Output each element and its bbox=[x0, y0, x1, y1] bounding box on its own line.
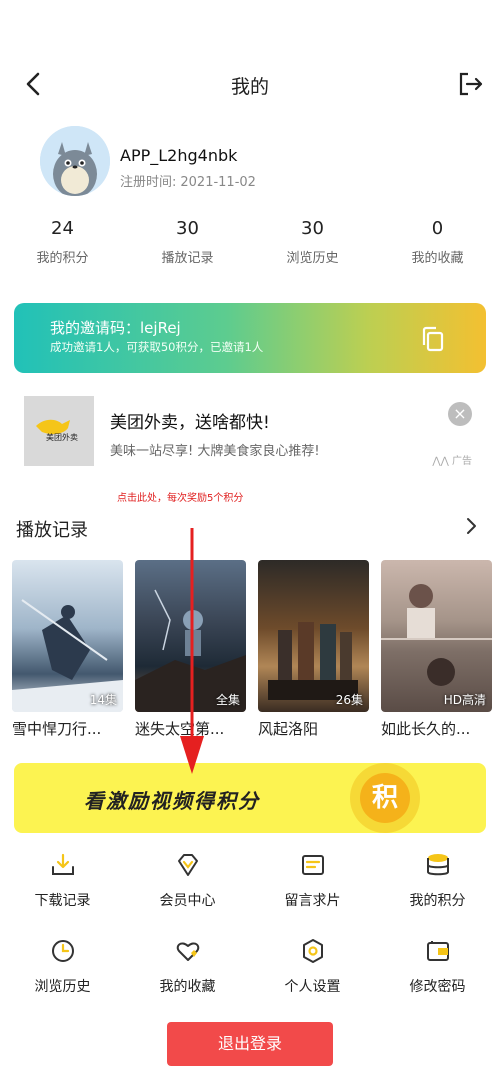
points-coin-icon: 积 bbox=[360, 773, 410, 823]
menu-download-history[interactable]: 下载记录 bbox=[0, 846, 125, 932]
stat-label: 我的积分 bbox=[36, 251, 89, 266]
stat-value: 30 bbox=[176, 218, 199, 239]
menu-label: 下载记录 bbox=[34, 893, 91, 909]
settings-icon bbox=[302, 939, 323, 963]
ensemble-cast-artwork-icon bbox=[268, 622, 358, 700]
play-history-title: 播放记录 bbox=[16, 520, 88, 541]
history-item[interactable]: HD高清 如此长久的... bbox=[381, 560, 492, 739]
history-item[interactable]: 14集 雪中悍刀行... bbox=[12, 560, 123, 739]
swordsman-artwork-icon bbox=[12, 599, 123, 712]
download-icon bbox=[51, 853, 74, 875]
movie-poster: 14集 bbox=[12, 560, 123, 712]
ad-tag-label: 广告 bbox=[452, 456, 472, 467]
heart-icon bbox=[176, 942, 199, 961]
profile-card: APP_L2hg4nbk 注册时间: 2021-11-02 bbox=[40, 126, 460, 198]
play-history-list: 14集 雪中悍刀行... 全集 迷失太空第... 26集 风起洛阳 HD高清 如… bbox=[12, 560, 500, 750]
page-title: 我的 bbox=[230, 76, 269, 98]
menu-label: 修改密码 bbox=[409, 979, 466, 995]
menu-label: 我的积分 bbox=[409, 893, 466, 909]
ad-title: 美团外卖，送啥都快! bbox=[110, 413, 270, 433]
coins-icon bbox=[426, 854, 449, 876]
stat-label: 播放记录 bbox=[161, 251, 214, 266]
menu-label: 浏览历史 bbox=[34, 979, 91, 995]
episode-badge: 14集 bbox=[89, 693, 117, 707]
stat-play-history[interactable]: 30 播放记录 bbox=[125, 218, 250, 274]
menu-label: 个人设置 bbox=[284, 979, 341, 995]
ad-banner[interactable]: 美团外卖 美团外卖，送啥都快! 美味一站尽享! 大牌美食家良心推荐! × ⋀⋀ … bbox=[14, 390, 486, 478]
watch-video-reward-banner[interactable]: 看激励视频得积分 积 bbox=[14, 763, 486, 833]
totoro-avatar-icon bbox=[40, 126, 110, 196]
copy-icon[interactable] bbox=[420, 325, 446, 353]
quality-badge: HD高清 bbox=[443, 693, 486, 707]
stat-favorites[interactable]: 0 我的收藏 bbox=[375, 218, 500, 274]
clock-icon bbox=[51, 940, 74, 962]
logout-button[interactable]: 退出登录 bbox=[167, 1022, 333, 1066]
menu-browse-history[interactable]: 浏览历史 bbox=[0, 932, 125, 1018]
movie-poster: HD高清 bbox=[381, 560, 492, 712]
movie-poster: 26集 bbox=[258, 560, 369, 712]
menu-grid: 下载记录 会员中心 留言求片 我的积分 浏览历史 我的收藏 个人设置 修改密码 bbox=[0, 846, 500, 1018]
stat-value: 0 bbox=[431, 218, 444, 239]
registration-label: 注册时间: bbox=[120, 175, 177, 190]
ad-image: 美团外卖 bbox=[24, 396, 94, 466]
avatar[interactable] bbox=[40, 126, 110, 196]
history-item[interactable]: 26集 风起洛阳 bbox=[258, 560, 369, 739]
menu-my-points[interactable]: 我的积分 bbox=[375, 846, 500, 932]
menu-label: 留言求片 bbox=[284, 893, 341, 909]
menu-personal-settings[interactable]: 个人设置 bbox=[250, 932, 375, 1018]
username: APP_L2hg4nbk bbox=[120, 146, 238, 165]
menu-vip-center[interactable]: 会员中心 bbox=[125, 846, 250, 932]
wallet-lock-icon bbox=[426, 941, 449, 961]
ad-close-icon[interactable]: × bbox=[448, 402, 472, 426]
menu-label: 会员中心 bbox=[159, 893, 216, 909]
stat-points[interactable]: 24 我的积分 bbox=[0, 218, 125, 274]
video-reward-text: 看激励视频得积分 bbox=[84, 789, 260, 813]
ad-description: 美味一站尽享! 大牌美食家良心推荐! bbox=[110, 444, 320, 459]
menu-change-password[interactable]: 修改密码 bbox=[375, 932, 500, 1018]
diamond-icon bbox=[177, 854, 198, 876]
movie-title: 如此长久的... bbox=[381, 720, 471, 738]
top-bar: 我的 bbox=[0, 60, 500, 108]
invite-code-banner[interactable]: 我的邀请码：lejRej 成功邀请1人，可获取50积分，已邀请1人 bbox=[14, 303, 486, 373]
registration-value: 2021-11-02 bbox=[180, 175, 256, 190]
ad-tag: ⋀⋀ 广告 bbox=[432, 456, 472, 467]
reward-tip: 点击此处，每次奖励5个积分 bbox=[117, 493, 244, 504]
stat-label: 我的收藏 bbox=[411, 251, 464, 266]
menu-my-favorites[interactable]: 我的收藏 bbox=[125, 932, 250, 1018]
chevron-right-icon[interactable] bbox=[464, 516, 478, 536]
logout-icon[interactable] bbox=[454, 68, 486, 100]
episode-badge: 全集 bbox=[215, 693, 240, 707]
stat-browse-history[interactable]: 30 浏览历史 bbox=[250, 218, 375, 274]
episode-badge: 26集 bbox=[335, 693, 363, 707]
stat-value: 24 bbox=[51, 218, 74, 239]
invite-subtitle: 成功邀请1人，可获取50积分，已邀请1人 bbox=[50, 340, 264, 354]
invite-code: 我的邀请码：lejRej bbox=[50, 319, 181, 337]
kangaroo-logo-icon bbox=[36, 419, 70, 435]
message-board-icon bbox=[301, 855, 324, 875]
menu-label: 我的收藏 bbox=[159, 979, 216, 995]
red-arrow-annotation-icon bbox=[180, 528, 204, 774]
couple-artwork-icon bbox=[381, 584, 492, 686]
stats-row: 24 我的积分 30 播放记录 30 浏览历史 0 我的收藏 bbox=[0, 218, 500, 274]
stat-value: 30 bbox=[301, 218, 324, 239]
registration-date: 注册时间: 2021-11-02 bbox=[120, 171, 256, 190]
menu-request-movie[interactable]: 留言求片 bbox=[250, 846, 375, 932]
ad-image-text: 美团外卖 bbox=[46, 433, 78, 442]
movie-title: 风起洛阳 bbox=[258, 720, 319, 738]
movie-title: 雪中悍刀行... bbox=[12, 720, 102, 738]
stat-label: 浏览历史 bbox=[286, 251, 339, 266]
